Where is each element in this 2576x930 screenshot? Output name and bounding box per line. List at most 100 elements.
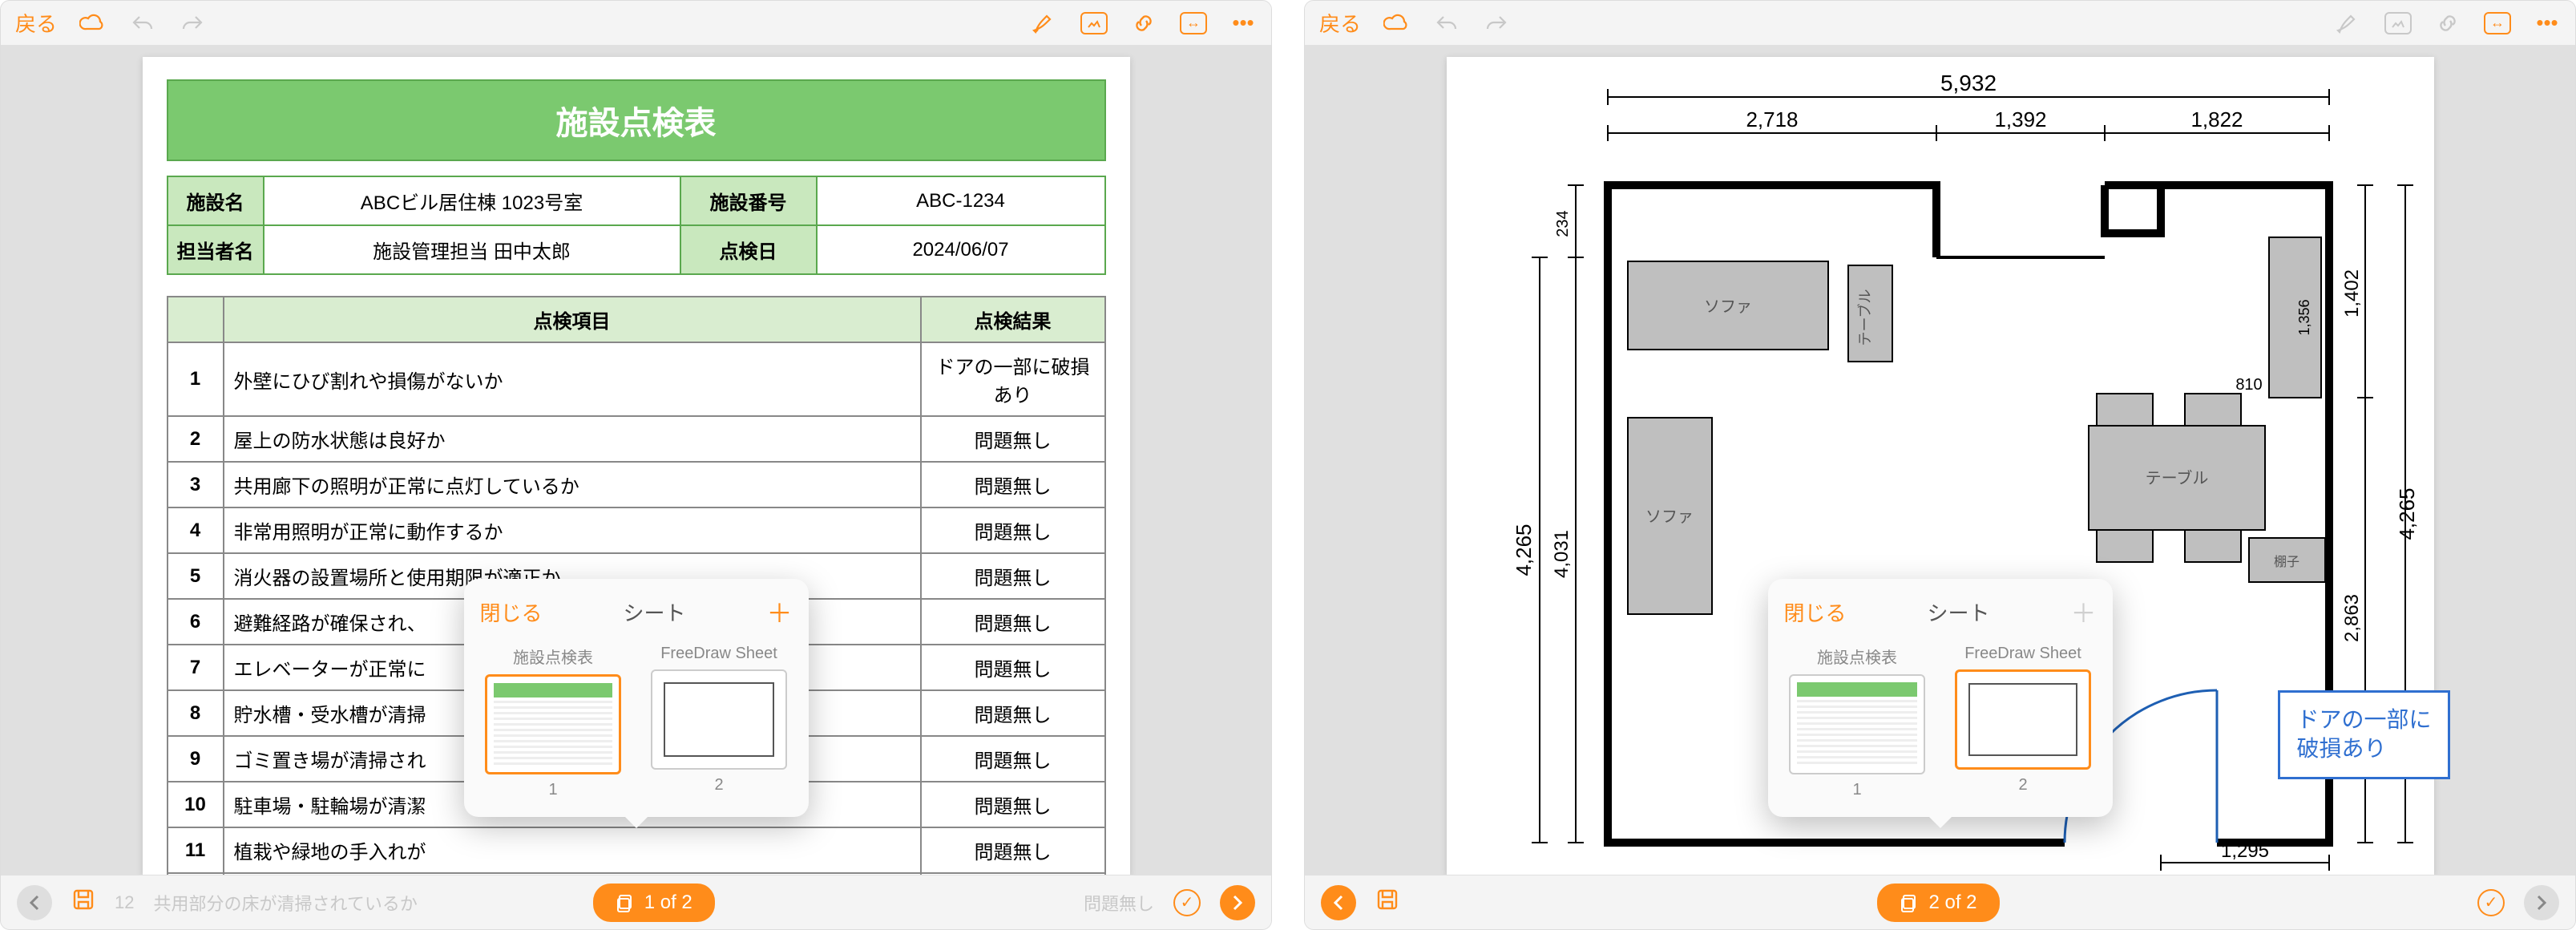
page-indicator[interactable]: 2 of 2 [1877, 884, 1999, 922]
popover-close-button[interactable]: 閉じる [1784, 597, 1847, 627]
svg-text:棚子: 棚子 [2273, 555, 2299, 569]
bottom-toolbar: 2 of 2 ✓ [1305, 875, 2575, 929]
svg-text:ソファ: ソファ [1645, 508, 1694, 526]
bottom-toolbar: 12 共用部分の床が清掃されているか 1 of 2 問題無し ✓ [1, 875, 1271, 929]
more-icon[interactable]: ••• [1229, 10, 1257, 37]
sheet-thumb[interactable]: FreeDraw Sheet 2 [646, 645, 793, 799]
row-num: 11 [168, 827, 224, 873]
pen-icon[interactable] [1031, 10, 1058, 37]
table-row: 1外壁にひび割れや損傷がないかドアの一部に破損あり [168, 342, 1105, 416]
svg-text:テーブル: テーブル [1856, 289, 1873, 346]
sheet-preview[interactable]: 🗑 [485, 674, 621, 774]
meta-person-value: 施設管理担当 田中太郎 [264, 225, 680, 274]
undo-icon[interactable] [1433, 10, 1460, 37]
table-row: 12共用部分の床が清掃されているか問題無し [168, 873, 1105, 875]
document-area: 5,932 2,718 1,392 1,822 [1305, 46, 2575, 875]
sheet-number: 1 [480, 781, 627, 799]
next-page-button[interactable] [1220, 885, 1255, 920]
meta-code-value: ABC-1234 [817, 176, 1105, 225]
row-num: 5 [168, 553, 224, 599]
confirm-icon[interactable]: ✓ [2477, 889, 2505, 916]
svg-text:1,392: 1,392 [1994, 107, 2046, 131]
svg-text:1,295: 1,295 [2220, 840, 2268, 862]
popover-close-button[interactable]: 閉じる [480, 597, 543, 627]
svg-text:4,265: 4,265 [2395, 487, 2418, 540]
row-result: 問題無し [921, 827, 1105, 873]
row-result: 問題無し [921, 416, 1105, 462]
row-result: 問題無し [921, 507, 1105, 553]
sheet-number: 2 [646, 776, 793, 795]
popover-title: シート [1927, 597, 1989, 627]
back-button[interactable]: 戻る [1319, 10, 1361, 37]
row-result: 問題無し [921, 736, 1105, 782]
save-icon[interactable] [1375, 888, 1399, 918]
meta-table: 施設名 ABCビル居住棟 1023号室 施設番号 ABC-1234 担当者名 施… [167, 176, 1106, 275]
sheet-thumb[interactable]: FreeDraw Sheet2 [1950, 645, 2097, 799]
sheet-thumb[interactable]: 施設点検表 🗑 1 [1784, 645, 1931, 799]
redo-icon[interactable] [179, 10, 206, 37]
row-num: 3 [168, 462, 224, 507]
redo-icon[interactable] [1483, 10, 1510, 37]
row-result: 問題無し [921, 873, 1105, 875]
svg-text:234: 234 [1554, 210, 1572, 237]
image-insert-icon [2384, 10, 2412, 37]
app-right: 戻る ↔ ••• [1304, 0, 2576, 930]
row-num: 10 [168, 782, 224, 827]
back-button[interactable]: 戻る [15, 10, 57, 37]
page-indicator[interactable]: 1 of 2 [593, 884, 715, 922]
link-icon[interactable] [1130, 10, 1157, 37]
meta-name-label: 施設名 [168, 176, 264, 225]
cloud-icon[interactable] [79, 10, 107, 37]
popover-add-button[interactable]: ＋ [766, 593, 792, 630]
sheet-popover: 閉じる シート ＋ 施設点検表🗑1FreeDraw Sheet2 [464, 579, 809, 817]
col-result: 点検結果 [921, 297, 1105, 342]
prev-page-button[interactable] [1321, 885, 1356, 920]
doc-title: 施設点検表 [167, 79, 1106, 161]
meta-name-value: ABCビル居住棟 1023号室 [264, 176, 680, 225]
svg-text:4,031: 4,031 [1551, 530, 1573, 578]
sheet-popover: 閉じる シート ＋ 施設点検表🗑1FreeDraw Sheet2 [1768, 579, 2113, 817]
app-left: 戻る ↔ ••• 施設点検表 施設名 [0, 0, 1272, 930]
row-item: 植栽や緑地の手入れが [224, 827, 921, 873]
fit-width-icon[interactable]: ↔ [2484, 10, 2511, 37]
next-page-button[interactable] [2524, 885, 2559, 920]
save-icon[interactable] [71, 888, 95, 918]
cloud-icon[interactable] [1383, 10, 1411, 37]
confirm-icon[interactable]: ✓ [1173, 889, 1201, 916]
image-insert-icon[interactable] [1080, 10, 1108, 37]
prev-page-button[interactable] [17, 885, 52, 920]
row-item: 共用部分の床が清掃されているか [224, 873, 921, 875]
sheet-name: FreeDraw Sheet [646, 645, 793, 663]
fit-width-icon[interactable]: ↔ [1180, 10, 1207, 37]
row-num: 1 [168, 342, 224, 416]
col-item: 点検項目 [224, 297, 921, 342]
row-result: 問題無し [921, 690, 1105, 736]
row-result: 問題無し [921, 645, 1105, 690]
more-icon[interactable]: ••• [2534, 10, 2561, 37]
pen-icon [2335, 10, 2362, 37]
sheet-preview[interactable]: 🗑 [1789, 674, 1925, 774]
row-num: 12 [168, 873, 224, 875]
sheet-name: 施設点検表 [480, 645, 627, 668]
row-result: 問題無し [921, 462, 1105, 507]
col-blank [168, 297, 224, 342]
top-toolbar: 戻る ↔ ••• [1305, 1, 2575, 46]
row-item: 共用廊下の照明が正常に点灯しているか [224, 462, 921, 507]
row-item: 外壁にひび割れや損傷がないか [224, 342, 921, 416]
sheet-name: 施設点検表 [1784, 645, 1931, 668]
sheet-preview[interactable] [651, 669, 787, 770]
sheet-thumb[interactable]: 施設点検表 🗑 1 [480, 645, 627, 799]
meta-date-label: 点検日 [680, 225, 817, 274]
undo-icon[interactable] [129, 10, 156, 37]
row-item: 非常用照明が正常に動作するか [224, 507, 921, 553]
sheet-name: FreeDraw Sheet [1950, 645, 2097, 663]
meta-date-value: 2024/06/07 [817, 225, 1105, 274]
row-counter: 12 [115, 892, 134, 913]
sheet-preview[interactable] [1955, 669, 2091, 770]
row-num: 2 [168, 416, 224, 462]
sheet-number: 1 [1784, 781, 1931, 799]
row-num: 6 [168, 599, 224, 645]
annotation-callout[interactable]: ドアの一部に 破損あり [2278, 690, 2449, 779]
svg-text:テーブル: テーブル [2145, 468, 2208, 487]
row-faint-text: 共用部分の床が清掃されているか [153, 890, 573, 916]
